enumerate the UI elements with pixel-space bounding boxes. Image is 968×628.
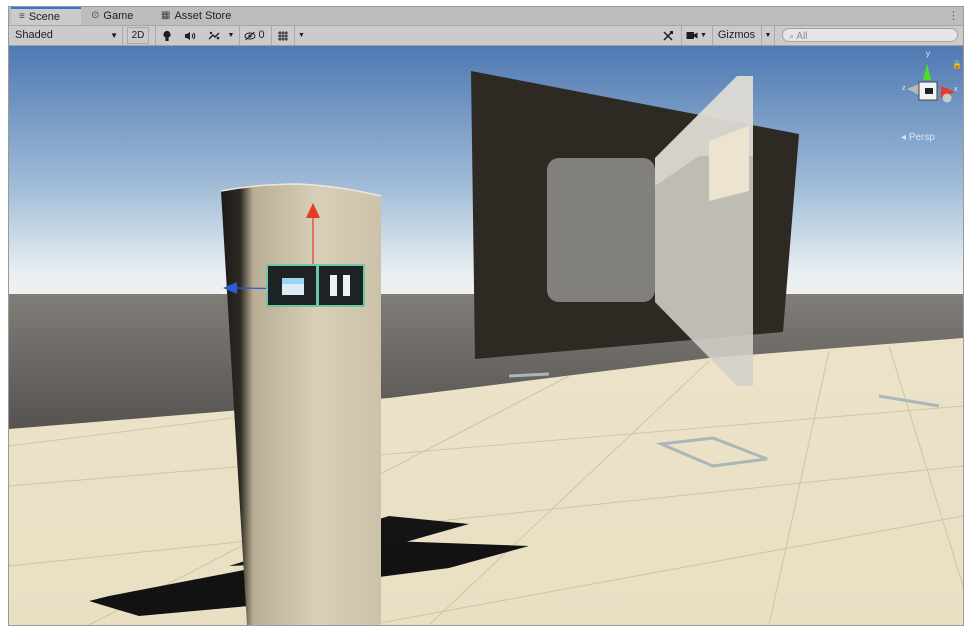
tab-scene[interactable]: ≡ Scene [11, 7, 81, 25]
camera-icon [686, 32, 698, 39]
toggle-2d-label: 2D [131, 30, 145, 41]
hidden-count: 0 [258, 29, 265, 41]
scene-render[interactable]: y x z [9, 46, 963, 625]
scene-visibility-toggle[interactable]: 0 [239, 26, 269, 45]
effects-icon [208, 31, 220, 39]
effects-dropdown[interactable]: ▼ [225, 26, 237, 45]
grid-icon [277, 30, 288, 41]
lighting-toggle[interactable] [155, 26, 177, 45]
gizmos-dropdown[interactable]: ▼ [761, 26, 775, 45]
gizmo-y-label: y [926, 49, 930, 58]
scene-toolbar: Shaded ▼ 2D ▼ 0 ▼ ▼ Gizmos ▼ ⌕ All [9, 26, 963, 46]
chevron-down-icon: ▼ [298, 32, 305, 39]
bag-icon: ▦ [161, 10, 171, 21]
hash-icon: ≡ [19, 11, 25, 22]
tools-icon [663, 30, 673, 41]
draw-mode-label: Shaded [15, 29, 53, 41]
chevron-down-icon: ▼ [700, 32, 707, 39]
gizmo-x-label: x [954, 86, 958, 93]
lightbulb-icon [162, 30, 171, 41]
unity-scene-window: ≡ Scene ⊙ Game ▦ Asset Store ⋮ Shaded ▼ … [8, 6, 964, 626]
floor-marker-small [508, 372, 550, 378]
camera-settings-dropdown[interactable]: ▼ [681, 26, 711, 45]
tab-asset-store[interactable]: ▦ Asset Store [153, 7, 243, 25]
gamepad-icon: ⊙ [91, 10, 100, 21]
projection-label: Persp [908, 132, 935, 143]
chevron-down-icon: ▼ [227, 32, 235, 39]
grid-dropdown[interactable]: ▼ [294, 26, 308, 45]
tab-asset-store-label: Asset Store [174, 10, 232, 22]
chevron-down-icon: ▼ [110, 31, 118, 40]
pillar-object [220, 183, 382, 625]
effects-toggle[interactable] [203, 26, 225, 45]
chevron-left-icon: ◂ [901, 132, 907, 143]
toggle-2d-button[interactable]: 2D [127, 27, 149, 44]
gizmo-z-label: z [902, 85, 906, 92]
tab-scene-label: Scene [28, 11, 61, 23]
hidden-eye-icon [244, 31, 256, 40]
search-icon: ⌕ [789, 31, 795, 41]
kebab-menu-icon[interactable]: ⋮ [948, 9, 959, 22]
selected-icons[interactable] [266, 264, 365, 307]
grid-toggle[interactable] [271, 26, 293, 45]
tab-game-label: Game [103, 10, 134, 22]
draw-mode-dropdown[interactable]: Shaded ▼ [11, 26, 123, 45]
gizmos-label: Gizmos [717, 29, 756, 41]
scene-search-input[interactable]: ⌕ All [782, 28, 958, 42]
chevron-down-icon: ▼ [764, 32, 772, 39]
tab-bar: ≡ Scene ⊙ Game ▦ Asset Store ⋮ [9, 7, 963, 26]
audio-toggle[interactable] [179, 26, 201, 45]
search-placeholder: All [796, 31, 808, 42]
gizmos-button[interactable]: Gizmos [712, 26, 760, 45]
lock-icon[interactable]: 🔒 [952, 60, 962, 69]
gizmo-negative-cone[interactable] [942, 93, 952, 103]
speaker-icon [185, 31, 196, 40]
projection-toggle[interactable]: ◂ Persp [901, 132, 935, 143]
tab-game[interactable]: ⊙ Game [83, 7, 149, 25]
tools-button[interactable] [657, 26, 679, 45]
scene-viewport[interactable]: y x z 🔒 ◂ Persp [9, 46, 963, 625]
